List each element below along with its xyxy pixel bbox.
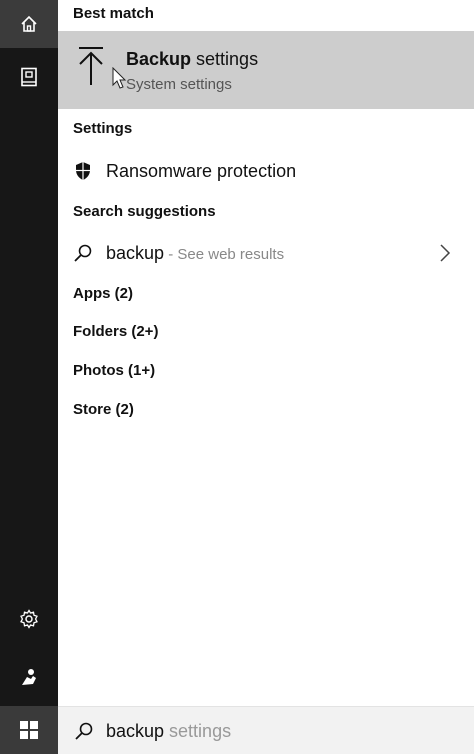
category-store[interactable]: Store (2) [73,401,134,418]
search-icon [74,244,92,262]
best-match-subtitle: System settings [126,76,232,93]
home-icon [21,15,37,32]
best-match-item[interactable]: Backup settings System settings [58,31,474,109]
ransomware-protection-item[interactable]: Ransomware protection [58,154,474,188]
settings-gear-icon [20,609,38,629]
category-apps[interactable]: Apps (2) [73,285,133,302]
search-typed-text: backup [106,721,165,741]
start-menu-rail [0,0,58,706]
home-button[interactable] [0,0,58,48]
best-match-title-rest: settings [191,49,259,69]
suggestion-query: backup [106,243,165,263]
suggestion-hint: - See web results [164,246,285,263]
web-suggestion-item[interactable]: backup - See web results [58,236,474,270]
shield-icon [76,162,90,180]
best-match-title-bold: Backup [126,49,192,69]
account-button[interactable] [0,654,58,700]
settings-button[interactable] [0,596,58,642]
documents-button[interactable] [0,54,58,100]
start-button[interactable] [0,706,58,754]
category-photos[interactable]: Photos (1+) [73,362,155,379]
ransomware-protection-label: Ransomware protection [106,161,297,181]
search-icon [75,722,93,740]
category-folders[interactable]: Folders (2+) [73,323,158,340]
upload-arrow-icon [79,47,103,85]
chevron-right-icon[interactable] [438,243,452,263]
search-input[interactable]: backup settings [106,721,231,742]
search-suggestions-header: Search suggestions [73,203,216,220]
taskbar-search-box[interactable]: backup settings [58,706,474,754]
mouse-cursor-icon [112,67,127,89]
settings-header: Settings [73,120,133,137]
search-autocomplete-text: settings [164,721,232,741]
windows-logo-icon [20,721,38,739]
person-icon [22,669,36,685]
best-match-header: Best match [73,5,154,22]
best-match-title: Backup settings [126,49,258,70]
documents-icon [21,67,37,87]
search-results-panel: Best match Backup settings System settin… [58,0,474,706]
web-suggestion-label: backup - See web results [106,243,284,264]
